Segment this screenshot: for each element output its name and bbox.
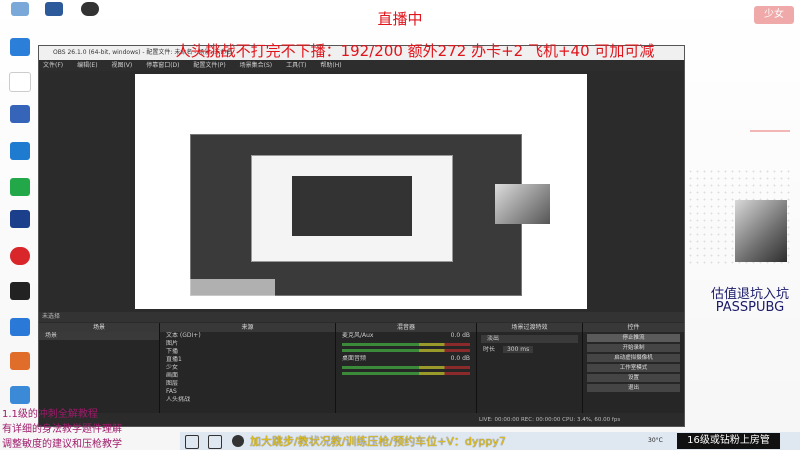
no-selection-label: 未选择 bbox=[42, 313, 61, 320]
scenes-dock: 场景 场景 bbox=[39, 323, 160, 413]
app-icon bbox=[9, 72, 31, 92]
obs-statusbar: LIVE: 00:00:00 REC: 00:00:00 CPU: 3.4%, … bbox=[39, 414, 684, 426]
mixer-channel-mic: 麦克风/Aux 0.0 dB bbox=[336, 332, 476, 340]
bottom-banner: 加大跳步/教状况教/训练压枪/预约车位+V：dyppy7 bbox=[250, 435, 506, 448]
menu-view[interactable]: 视图(V) bbox=[111, 62, 132, 69]
app-icon bbox=[10, 142, 30, 160]
desktop-icon-9[interactable] bbox=[6, 318, 34, 336]
desktop-icon-11[interactable] bbox=[6, 386, 34, 404]
app-icon bbox=[10, 386, 30, 404]
mixer-header: 混音器 bbox=[336, 323, 476, 332]
source-item[interactable]: 图片 bbox=[160, 340, 335, 348]
transitions-dock: 场景过渡特效 淡出 时长 300 ms bbox=[477, 323, 583, 413]
desktop-volume-slider[interactable] bbox=[342, 372, 470, 375]
duration-row: 时长 300 ms bbox=[477, 346, 582, 354]
mixer-channel-desktop: 桌面音频 0.0 dB bbox=[336, 355, 476, 363]
app-icon bbox=[10, 352, 30, 370]
mic-meter bbox=[342, 343, 470, 346]
menu-help[interactable]: 帮助(H) bbox=[320, 62, 341, 69]
menu-profile[interactable]: 配置文件(P) bbox=[193, 62, 225, 69]
mic-label: 麦克风/Aux bbox=[342, 332, 374, 339]
controls-dock: 控件 停止推流 开始录制 启动虚拟摄像机 工作室模式 设置 退出 bbox=[583, 323, 684, 413]
app-icon bbox=[10, 178, 30, 196]
nested-bottom-left bbox=[155, 279, 275, 301]
app-icon bbox=[10, 105, 30, 123]
studio-mode-button[interactable]: 工作室模式 bbox=[587, 364, 680, 372]
portrait-image bbox=[735, 200, 787, 262]
controls-header: 控件 bbox=[583, 323, 684, 332]
desktop-icon-8[interactable] bbox=[6, 282, 34, 300]
obs-menubar: 文件(F) 编辑(E) 视图(V) 停靠窗口(D) 配置文件(P) 场景集合(S… bbox=[39, 60, 684, 71]
search-icon[interactable] bbox=[185, 435, 199, 449]
source-item[interactable]: 少女 bbox=[160, 364, 335, 372]
temperature: 30°C bbox=[648, 437, 663, 444]
desktop-icon-6[interactable] bbox=[6, 210, 34, 228]
start-recording-button[interactable]: 开始录制 bbox=[587, 344, 680, 352]
stop-streaming-button[interactable]: 停止推流 bbox=[587, 334, 680, 342]
source-item[interactable]: 下播 bbox=[160, 348, 335, 356]
desktop-db: 0.0 dB bbox=[450, 355, 470, 362]
source-item[interactable]: 画面 bbox=[160, 372, 335, 380]
source-item[interactable]: 人头挑战 bbox=[160, 396, 335, 404]
scene-item[interactable]: 场景 bbox=[39, 332, 159, 340]
menu-edit[interactable]: 编辑(E) bbox=[77, 62, 97, 69]
girl-badge: 少女 bbox=[754, 6, 794, 24]
app-icon bbox=[10, 318, 30, 336]
duration-label: 时长 bbox=[483, 346, 496, 353]
desktop-icon-column bbox=[0, 0, 40, 450]
sources-dock: 来源 文本 (GDI+) 图片 下播 直播1 少女 画面 图层 FAS 人头挑战 bbox=[160, 323, 336, 413]
source-item[interactable]: 直播1 bbox=[160, 356, 335, 364]
nested-preview-deep bbox=[292, 176, 412, 236]
mixer-dock: 混音器 麦克风/Aux 0.0 dB 桌面音频 0.0 dB bbox=[336, 323, 477, 413]
desktop-icon-7[interactable] bbox=[6, 247, 34, 265]
nested-preview bbox=[251, 155, 453, 262]
decor-bar bbox=[750, 130, 790, 132]
source-item[interactable]: FAS bbox=[160, 388, 335, 396]
desktop-audio-label: 桌面音频 bbox=[342, 355, 367, 362]
app-icon bbox=[10, 247, 30, 265]
live-status: 直播中 bbox=[377, 10, 423, 28]
source-item[interactable]: 文本 (GDI+) bbox=[160, 332, 335, 340]
sources-header: 来源 bbox=[160, 323, 335, 332]
mic-volume-slider[interactable] bbox=[342, 349, 470, 352]
transition-select[interactable]: 淡出 bbox=[481, 335, 578, 343]
settings-button[interactable]: 设置 bbox=[587, 374, 680, 382]
scenes-header: 场景 bbox=[39, 323, 159, 332]
exit-button[interactable]: 退出 bbox=[587, 384, 680, 392]
source-subbar: 未选择 bbox=[39, 312, 684, 322]
edge-icon bbox=[10, 38, 30, 56]
app-icon bbox=[10, 210, 30, 228]
desktop-icon-2[interactable] bbox=[6, 72, 34, 92]
bottom-left-line1: 1.1级的冲刺全解教程 bbox=[2, 409, 98, 420]
menu-docks[interactable]: 停靠窗口(D) bbox=[146, 62, 179, 69]
right-line2: PASSPUBG bbox=[715, 300, 785, 315]
bottom-left-line3: 调整敏度的建议和压枪教学 bbox=[2, 439, 122, 450]
source-item[interactable]: 图层 bbox=[160, 380, 335, 388]
menu-tools[interactable]: 工具(T) bbox=[286, 62, 306, 69]
nested-portrait bbox=[495, 184, 550, 224]
menu-file[interactable]: 文件(F) bbox=[43, 62, 63, 69]
task-view-icon[interactable] bbox=[208, 435, 222, 449]
virtual-camera-button[interactable]: 启动虚拟摄像机 bbox=[587, 354, 680, 362]
grade-box: 16级或钻粉上房管 bbox=[677, 433, 780, 449]
obs-window: OBS 26.1.0 (64-bit, windows) - 配置文件: 未命名… bbox=[38, 45, 685, 427]
desktop-meter bbox=[342, 366, 470, 369]
mic-db: 0.0 dB bbox=[450, 332, 470, 339]
desktop-icon-5[interactable] bbox=[6, 178, 34, 196]
menu-scene-collection[interactable]: 场景集合(S) bbox=[240, 62, 273, 69]
duration-input[interactable]: 300 ms bbox=[502, 346, 534, 353]
obs-taskbar-icon[interactable] bbox=[232, 435, 244, 447]
app-icon bbox=[10, 282, 30, 300]
status-text: LIVE: 00:00:00 REC: 00:00:00 CPU: 3.4%, … bbox=[479, 417, 621, 423]
nested-obs-window bbox=[190, 134, 522, 296]
bottom-left-line2: 有详细的身法教学题件理解 bbox=[2, 424, 122, 435]
desktop-icon-edge[interactable] bbox=[6, 38, 34, 56]
desktop-icon-3[interactable] bbox=[6, 105, 34, 123]
obs-preview[interactable] bbox=[135, 74, 587, 309]
desktop-icon-4[interactable] bbox=[6, 142, 34, 160]
transitions-header: 场景过渡特效 bbox=[477, 323, 582, 332]
challenge-text: 人头挑战不打完不下播：192/200 额外272 办卡+2 飞机+40 可加可减 bbox=[175, 42, 655, 60]
desktop-icon-10[interactable] bbox=[6, 352, 34, 370]
